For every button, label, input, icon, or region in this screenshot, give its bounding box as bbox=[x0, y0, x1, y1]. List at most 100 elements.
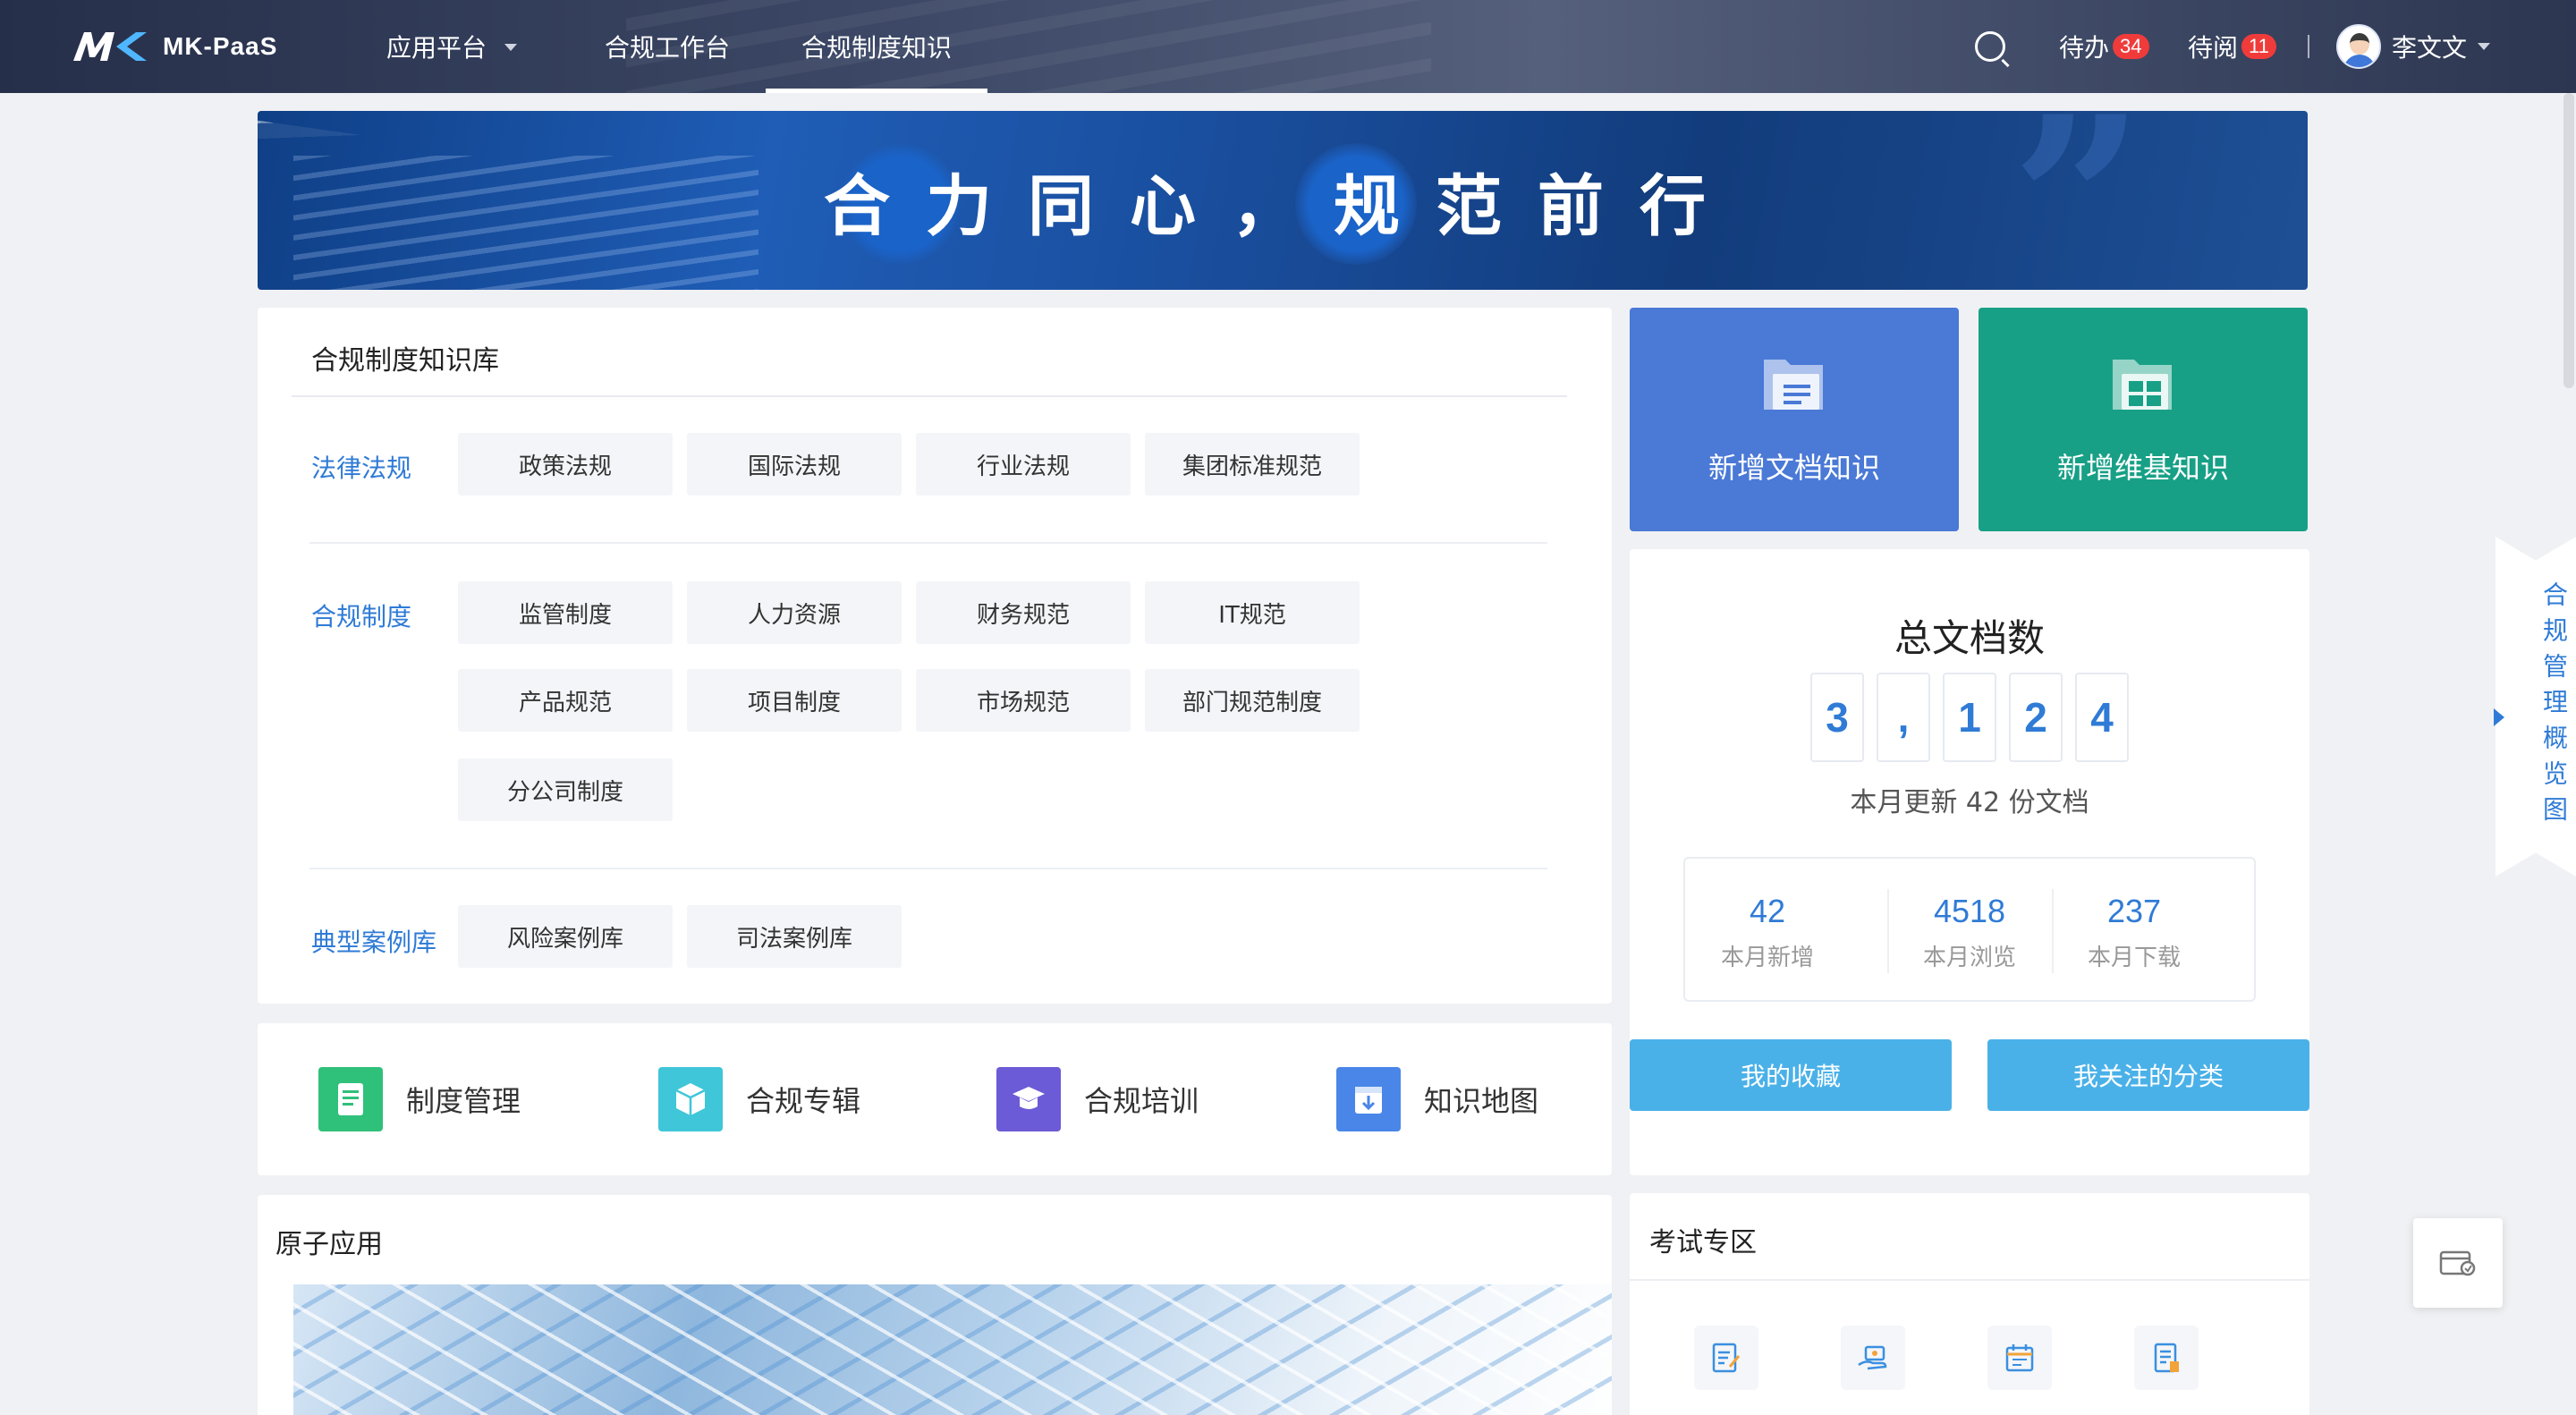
page-scrollbar[interactable] bbox=[2563, 93, 2574, 388]
count-digit: , bbox=[1877, 673, 1930, 762]
search-icon bbox=[1975, 31, 2005, 62]
new-document-knowledge-button[interactable]: 新增文档知识 bbox=[1630, 308, 1959, 531]
nav-item-label: 合规制度知识 bbox=[801, 33, 953, 63]
quick-link-compliance-album[interactable]: 合规专辑 bbox=[658, 1066, 860, 1132]
stat-value: 4518 bbox=[1933, 893, 2006, 929]
tag-supervision[interactable]: 监管制度 bbox=[458, 581, 673, 644]
cube-icon bbox=[658, 1067, 723, 1131]
toread-button[interactable]: 待阅 11 bbox=[2188, 0, 2276, 93]
month-update-text: 本月更新 42 份文档 bbox=[1850, 787, 2089, 818]
user-name: 李文文 bbox=[2392, 33, 2468, 63]
search-button[interactable] bbox=[1975, 0, 2005, 93]
nav-item-label: 应用平台 bbox=[386, 33, 487, 63]
banner: ” 合力同心，规范前行 bbox=[258, 111, 2308, 290]
new-document-label: 新增文档知识 bbox=[1707, 451, 1880, 485]
stat-label: 本月下载 bbox=[2087, 945, 2181, 971]
divider bbox=[2308, 35, 2309, 58]
nav-item-app-platform[interactable]: 应用平台 bbox=[386, 0, 518, 93]
panel-title: 合规制度知识库 bbox=[311, 345, 499, 377]
knowledge-base-panel: 合规制度知识库 法律法规 政策法规 国际法规 行业法规 集团标准规范 合规制度 … bbox=[258, 308, 1612, 1004]
stats-title: 总文档数 bbox=[1894, 616, 2045, 660]
stat-value: 42 bbox=[1749, 893, 1786, 929]
tag-department[interactable]: 部门规范制度 bbox=[1145, 669, 1360, 732]
top-nav: MK-PaaS 应用平台 合规工作台 合规制度知识 待办 34 待阅 11 李文… bbox=[0, 0, 2576, 93]
logo-mark-icon bbox=[73, 32, 147, 61]
count-digit: 3 bbox=[1810, 673, 1864, 762]
tag-international-regulations[interactable]: 国际法规 bbox=[687, 433, 902, 496]
category-cases[interactable]: 典型案例库 bbox=[311, 923, 436, 959]
todo-button[interactable]: 待办 34 bbox=[2059, 0, 2149, 93]
stat-monthly-views: 4518 本月浏览 bbox=[1887, 859, 2052, 1004]
exam-calendar-icon[interactable] bbox=[1987, 1326, 2052, 1390]
graduation-cap-icon bbox=[996, 1067, 1061, 1131]
folder-grid-icon bbox=[2109, 352, 2177, 415]
folder-document-icon bbox=[1760, 352, 1828, 415]
tag-it[interactable]: IT规范 bbox=[1145, 581, 1360, 644]
exam-edit-icon[interactable] bbox=[1694, 1326, 1758, 1390]
quick-link-label: 合规专辑 bbox=[746, 1084, 861, 1118]
nav-item-label: 合规工作台 bbox=[605, 33, 731, 63]
stat-monthly-downloads: 237 本月下载 bbox=[2052, 859, 2216, 1004]
tag-group-standards[interactable]: 集团标准规范 bbox=[1145, 433, 1360, 496]
user-menu[interactable]: 李文文 bbox=[2336, 0, 2491, 93]
category-compliance-rules[interactable]: 合规制度 bbox=[311, 597, 411, 633]
tag-judicial-cases[interactable]: 司法案例库 bbox=[687, 905, 902, 968]
tag-product[interactable]: 产品规范 bbox=[458, 669, 673, 732]
exam-report-icon[interactable] bbox=[2134, 1326, 2199, 1390]
exam-hand-icon[interactable] bbox=[1841, 1326, 1905, 1390]
atom-apps-panel: 原子应用 bbox=[258, 1195, 1612, 1415]
panel-title: 原子应用 bbox=[275, 1229, 383, 1260]
my-favorites-button[interactable]: 我的收藏 bbox=[1630, 1039, 1952, 1111]
document-edit-icon bbox=[318, 1067, 383, 1131]
tag-industry-regulations[interactable]: 行业法规 bbox=[916, 433, 1131, 496]
stat-label: 本月浏览 bbox=[1922, 945, 2016, 971]
nav-texture bbox=[626, 0, 1431, 93]
atom-apps-banner-image[interactable] bbox=[293, 1284, 1612, 1415]
avatar bbox=[2336, 24, 2381, 69]
followed-categories-button[interactable]: 我关注的分类 bbox=[1987, 1039, 2309, 1111]
tag-risk-cases[interactable]: 风险案例库 bbox=[458, 905, 673, 968]
caret-right-icon bbox=[2494, 708, 2504, 726]
compliance-overview-side-tab[interactable]: 合规管理概览图 bbox=[2496, 537, 2576, 877]
todo-label: 待办 bbox=[2059, 33, 2110, 63]
tag-hr[interactable]: 人力资源 bbox=[687, 581, 902, 644]
side-tab-label: 合规管理概览图 bbox=[2539, 581, 2569, 832]
wallet-icon bbox=[2439, 1250, 2476, 1276]
quick-links-panel: 制度管理 合规专辑 合规培训 知识地图 bbox=[258, 1023, 1612, 1175]
tag-branch[interactable]: 分公司制度 bbox=[458, 758, 673, 821]
todo-count-badge: 34 bbox=[2113, 34, 2149, 59]
quick-link-label: 知识地图 bbox=[1424, 1084, 1539, 1118]
banner-slogan: 合力同心，规范前行 bbox=[824, 167, 1741, 245]
toread-label: 待阅 bbox=[2188, 33, 2239, 63]
panel-title: 考试专区 bbox=[1649, 1227, 1757, 1258]
new-wiki-label: 新增维基知识 bbox=[2056, 451, 2229, 485]
logo-text: MK-PaaS bbox=[163, 32, 278, 60]
stat-label: 本月新增 bbox=[1720, 945, 1814, 971]
quick-link-knowledge-map[interactable]: 知识地图 bbox=[1336, 1066, 1538, 1132]
caret-down-icon bbox=[2478, 43, 2491, 50]
nav-item-compliance-workbench[interactable]: 合规工作台 bbox=[605, 0, 730, 93]
caret-down-icon bbox=[504, 44, 518, 51]
count-digit: 1 bbox=[1943, 673, 1996, 762]
tag-policy-regulations[interactable]: 政策法规 bbox=[458, 433, 673, 496]
monthly-stats-box: 42 本月新增 4518 本月浏览 237 本月下载 bbox=[1683, 857, 2256, 1002]
quick-link-label: 制度管理 bbox=[406, 1084, 521, 1118]
category-laws[interactable]: 法律法规 bbox=[311, 449, 411, 485]
nav-item-compliance-knowledge[interactable]: 合规制度知识 bbox=[765, 0, 988, 93]
floating-wallet-button[interactable] bbox=[2413, 1218, 2503, 1308]
download-box-icon bbox=[1336, 1067, 1401, 1131]
quick-link-rule-management[interactable]: 制度管理 bbox=[318, 1066, 521, 1132]
stat-value: 237 bbox=[2106, 893, 2162, 929]
count-digit: 4 bbox=[2075, 673, 2129, 762]
toread-count-badge: 11 bbox=[2241, 34, 2276, 59]
new-wiki-knowledge-button[interactable]: 新增维基知识 bbox=[1979, 308, 2308, 531]
quick-link-label: 合规培训 bbox=[1084, 1084, 1199, 1118]
tag-project[interactable]: 项目制度 bbox=[687, 669, 902, 732]
tag-market[interactable]: 市场规范 bbox=[916, 669, 1131, 732]
exam-zone-panel: 考试专区 bbox=[1630, 1193, 2309, 1415]
stat-monthly-new: 42 本月新增 bbox=[1685, 859, 1850, 1004]
quick-link-compliance-training[interactable]: 合规培训 bbox=[996, 1066, 1199, 1132]
tag-finance[interactable]: 财务规范 bbox=[916, 581, 1131, 644]
logo[interactable]: MK-PaaS bbox=[72, 27, 277, 66]
count-digit: 2 bbox=[2009, 673, 2063, 762]
